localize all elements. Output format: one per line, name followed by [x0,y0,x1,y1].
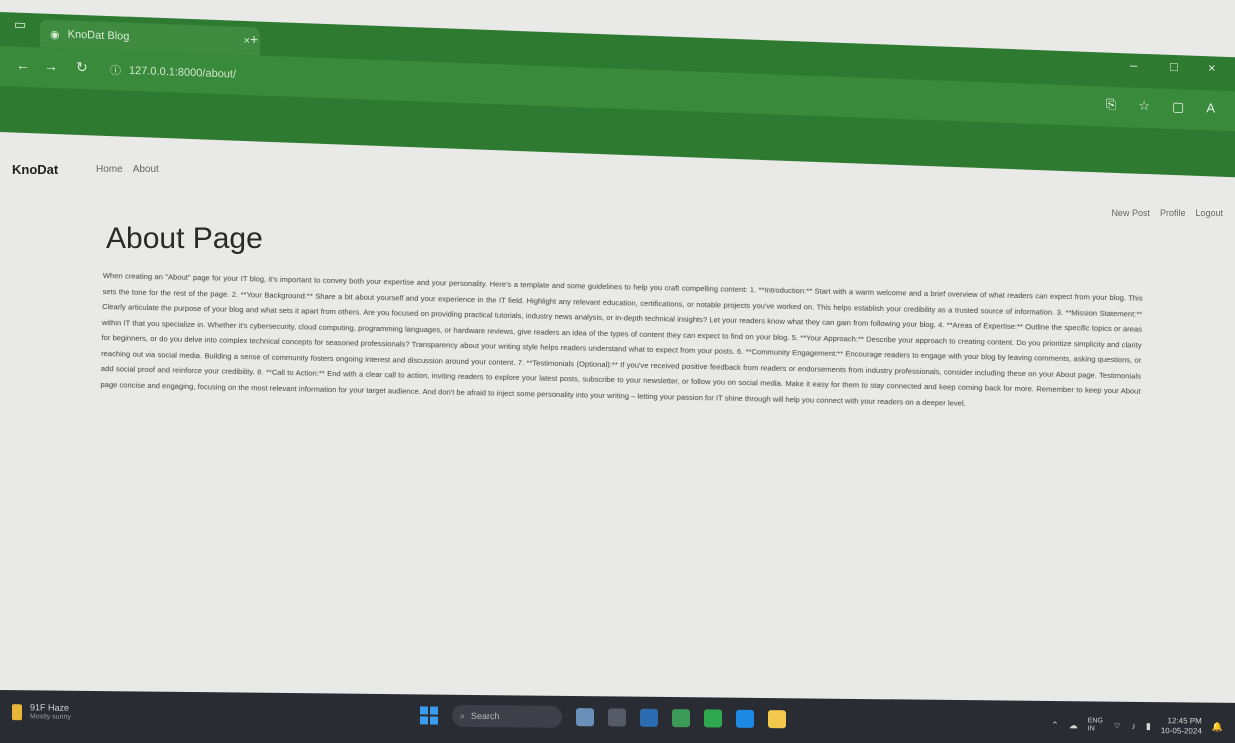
task-view-icon[interactable] [608,708,626,727]
close-window-button[interactable]: × [1208,60,1216,75]
clock-time: 12:45 PM [1167,716,1202,726]
onedrive-icon[interactable]: ☁ [1069,720,1078,731]
toolbar-icons: ⎘ ☆ ▢ A [1106,97,1215,117]
maximize-button[interactable]: □ [1170,59,1178,74]
tray-overflow-icon[interactable]: ⌃ [1051,720,1059,731]
nav-link-about[interactable]: About [133,164,159,175]
windows-start-icon[interactable] [420,706,438,725]
weather-subtext: Mostly sunny [30,713,71,721]
weather-temp: 91F [30,702,46,713]
favorite-star-icon[interactable]: ☆ [1138,98,1150,114]
volume-icon[interactable]: ♪ [1131,721,1136,731]
clock-date: 10-05-2024 [1160,726,1202,736]
weather-widget[interactable]: 91F Haze Mostly sunny [12,702,71,723]
edge-app-icon[interactable] [640,708,658,727]
collections-icon[interactable]: ▢ [1172,99,1184,115]
about-body-text: When creating an "About" page for your I… [100,270,1143,408]
site-info-icon[interactable]: ⓘ [110,62,121,78]
taskbar-search[interactable]: ⌕ Search [452,704,562,728]
page-content: KnoDat Home About New Post Profile Logou… [0,130,1235,690]
site-nav: Home About [96,164,159,175]
nav-link-profile[interactable]: Profile [1160,208,1186,218]
weather-icon [12,704,22,721]
tab-title: KnoDat Blog [67,28,130,43]
battery-icon[interactable]: ▮ [1146,721,1151,732]
weather-condition: Haze [48,702,70,713]
nav-link-logout[interactable]: Logout [1195,208,1223,218]
user-nav: New Post Profile Logout [1111,208,1223,218]
language-indicator[interactable]: ENG IN [1088,717,1103,733]
notification-bell-icon[interactable]: 🔔 [1212,721,1223,732]
reload-button[interactable]: ↻ [76,59,88,76]
read-aloud-icon[interactable]: ⎘ [1106,97,1116,113]
page-title: About Page [106,222,263,255]
clock[interactable]: 12:45 PM 10-05-2024 [1161,716,1202,736]
search-label: Search [471,710,500,722]
profile-icon[interactable]: A [1206,100,1215,116]
minimize-button[interactable]: – [1130,57,1137,72]
nav-link-home[interactable]: Home [96,164,123,175]
back-button[interactable]: ← [16,57,30,74]
vscode-app-icon[interactable] [736,709,754,728]
taskbar-apps: ⌕ Search [420,704,786,730]
file-explorer-icon[interactable] [768,710,786,729]
search-icon: ⌕ [460,710,466,721]
system-tray: ⌃ ☁ ENG IN ⌔ ♪ ▮ 12:45 PM 10-05-2024 🔔 [1051,715,1223,737]
tab-favicon-icon: ◉ [50,28,60,41]
widgets-app-icon[interactable] [576,708,594,727]
forward-button[interactable]: → [44,58,58,75]
chrome-app-icon[interactable] [672,709,690,728]
whatsapp-app-icon[interactable] [704,709,722,728]
site-brand[interactable]: KnoDat [12,162,58,177]
address-text: 127.0.0.1:8000/about/ [129,64,237,81]
nav-link-new-post[interactable]: New Post [1111,208,1150,218]
new-tab-button[interactable]: + [250,31,258,47]
wifi-icon[interactable]: ⌔ [1113,720,1121,731]
taskbar: 91F Haze Mostly sunny ⌕ Search ⌃ ☁ ENG I… [0,690,1235,743]
sidebar-icon[interactable]: ▭ [14,17,26,33]
